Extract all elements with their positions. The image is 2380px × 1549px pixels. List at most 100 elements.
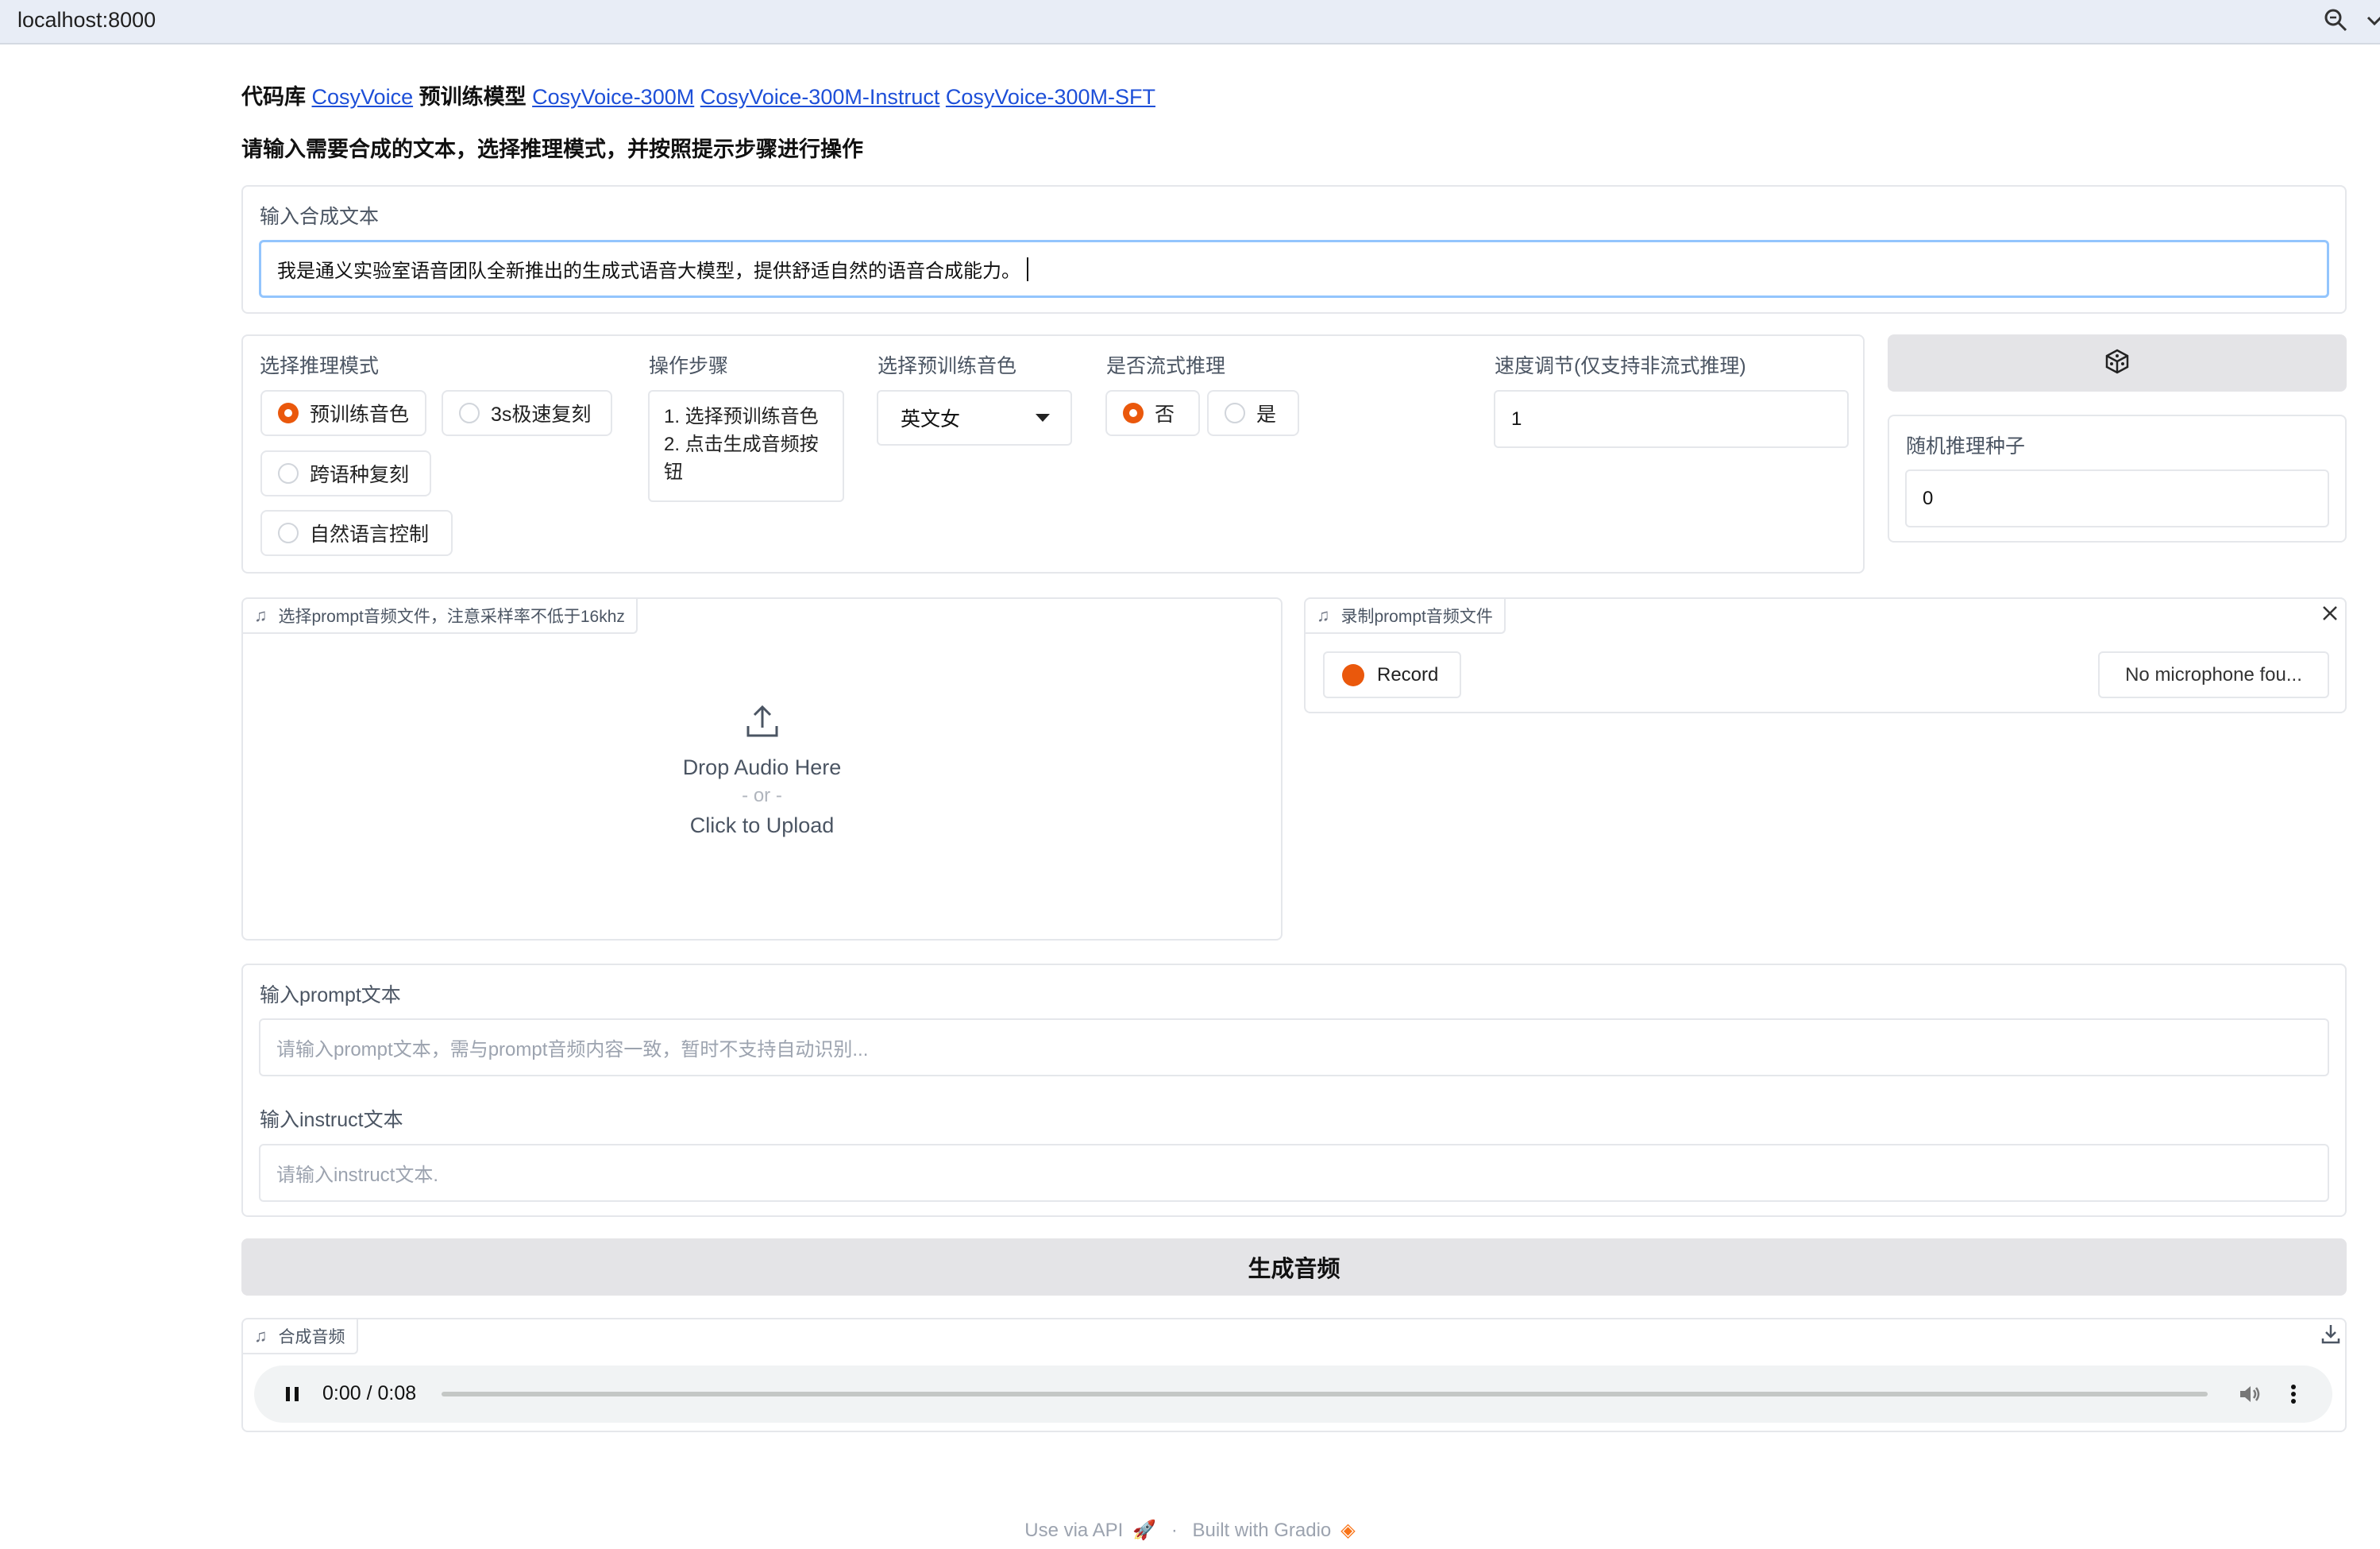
tts-text-label: 输入合成文本 — [260, 206, 380, 228]
click-upload-text: Click to Upload — [689, 813, 835, 837]
rocket-icon: 🚀 — [1132, 1520, 1157, 1541]
model-link-300m-instruct[interactable]: CosyVoice-300M-Instruct — [700, 85, 940, 109]
header-links: 代码库 CosyVoice 预训练模型 CosyVoice-300M CosyV… — [241, 79, 1155, 110]
music-note-icon: ♫ — [1317, 605, 1330, 625]
steps-line-2: 2. 点击生成音频按钮 — [664, 434, 819, 483]
built-with-gradio-link[interactable]: Built with Gradio — [1193, 1520, 1332, 1541]
mode-option-instruct[interactable]: 自然语言控制 — [260, 510, 453, 556]
instruct-text-placeholder: 请输入instruct文本. — [276, 1165, 439, 1186]
record-button[interactable]: Record — [1323, 651, 1461, 698]
drop-audio-text: Drop Audio Here — [682, 755, 842, 779]
record-audio-tag: ♫ 录制prompt音频文件 — [1306, 599, 1506, 634]
radio-selected-icon — [1123, 403, 1144, 423]
speed-label: 速度调节(仅支持非流式推理) — [1495, 355, 1746, 377]
models-prefix: 预训练模型 — [419, 85, 527, 109]
radio-icon — [459, 403, 480, 423]
footer: Use via API 🚀 · Built with Gradio ◈ — [0, 1519, 2380, 1542]
generate-audio-label: 生成音频 — [1248, 1257, 1340, 1282]
model-link-300m-sft[interactable]: CosyVoice-300M-SFT — [946, 85, 1155, 109]
stream-option-yes[interactable]: 是 — [1207, 390, 1299, 436]
steps-label: 操作步骤 — [649, 355, 729, 377]
or-text: - or - — [742, 785, 782, 806]
record-audio-panel: ♫ 录制prompt音频文件 Record No microphone fou.… — [1304, 597, 2347, 713]
instruct-text-input[interactable]: 请输入instruct文本. — [259, 1144, 2329, 1202]
upload-icon — [743, 702, 781, 744]
tts-text-value: 我是通义实验室语音团队全新推出的生成式语音大模型，提供舒适自然的语音合成能力。 — [277, 261, 1020, 282]
steps-box: 1. 选择预训练音色 2. 点击生成音频按钮 — [648, 390, 844, 502]
output-audio-tag-label: 合成音频 — [278, 1328, 345, 1346]
speed-input[interactable]: 1 — [1494, 390, 1849, 448]
progress-track[interactable] — [442, 1392, 2208, 1396]
voice-dropdown[interactable]: 英文女 — [877, 390, 1072, 446]
music-note-icon: ♫ — [254, 1326, 268, 1346]
model-link-300m[interactable]: CosyVoice-300M — [532, 85, 694, 109]
settings-panel: 选择推理模式 预训练音色 3s极速复刻 跨语种复刻 自然语言控制 操作步骤 1.… — [241, 334, 1865, 574]
browser-bar: localhost:8000 — [0, 0, 2380, 44]
player-time: 0:00 / 0:08 — [322, 1382, 417, 1404]
prompt-text-input[interactable]: 请输入prompt文本，需与prompt音频内容一致，暂时不支持自动识别... — [259, 1018, 2329, 1076]
audio-player: 0:00 / 0:08 — [254, 1366, 2332, 1423]
mode-option-label: 预训练音色 — [310, 404, 410, 426]
mode-option-cross-lingual[interactable]: 跨语种复刻 — [260, 450, 431, 496]
mode-option-label: 跨语种复刻 — [310, 464, 410, 486]
footer-separator: · — [1171, 1520, 1178, 1541]
instruct-text-label: 输入instruct文本 — [260, 1109, 403, 1131]
mode-option-label: 自然语言控制 — [310, 523, 430, 546]
url-text[interactable]: localhost:8000 — [17, 8, 156, 33]
upload-dropzone[interactable]: Drop Audio Here - or - Click to Upload — [243, 702, 1281, 877]
chevron-down-icon[interactable] — [2365, 6, 2380, 35]
microphone-select-value: No microphone fou... — [2125, 663, 2302, 686]
record-dot-icon — [1342, 663, 1364, 686]
zoom-icon[interactable] — [2320, 5, 2352, 37]
radio-icon — [1225, 403, 1245, 423]
seed-input[interactable]: 0 — [1905, 469, 2329, 527]
prompt-text-label: 输入prompt文本 — [260, 984, 401, 1006]
stream-option-label: 是 — [1256, 404, 1277, 426]
use-via-api-link[interactable]: Use via API — [1024, 1520, 1123, 1541]
download-icon[interactable] — [2318, 1321, 2343, 1346]
instructions-heading: 请输入需要合成的文本，选择推理模式，并按照提示步骤进行操作 — [241, 137, 863, 161]
tts-text-panel: 输入合成文本 我是通义实验室语音团队全新推出的生成式语音大模型，提供舒适自然的语… — [241, 185, 2347, 314]
steps-line-1: 1. 选择预训练音色 — [664, 406, 819, 427]
tts-text-input[interactable]: 我是通义实验室语音团队全新推出的生成式语音大模型，提供舒适自然的语音合成能力。 — [259, 240, 2329, 298]
pause-icon[interactable] — [281, 1383, 303, 1405]
seed-label: 随机推理种子 — [1906, 435, 2026, 458]
music-note-icon: ♫ — [254, 605, 268, 625]
generate-audio-button[interactable]: 生成音频 — [241, 1238, 2347, 1296]
radio-selected-icon — [278, 403, 299, 423]
record-label: Record — [1377, 663, 1439, 686]
voice-selected-value: 英文女 — [901, 408, 961, 431]
microphone-select[interactable]: No microphone fou... — [2098, 651, 2329, 698]
prompt-text-placeholder: 请输入prompt文本，需与prompt音频内容一致，暂时不支持自动识别... — [276, 1039, 869, 1060]
output-audio-tag: ♫ 合成音频 — [243, 1319, 358, 1354]
mode-option-label: 3s极速复刻 — [491, 404, 592, 426]
upload-audio-panel: ♫ 选择prompt音频文件，注意采样率不低于16khz Drop Audio … — [241, 597, 1283, 941]
mode-option-pretrained[interactable]: 预训练音色 — [260, 390, 426, 436]
more-options-icon[interactable] — [2281, 1381, 2306, 1407]
dice-icon — [2104, 348, 2131, 379]
radio-icon — [278, 463, 299, 484]
seed-value: 0 — [1923, 487, 1934, 509]
dropdown-caret-icon — [1036, 414, 1050, 422]
seed-panel: 随机推理种子 0 — [1888, 415, 2347, 543]
speed-value: 1 — [1511, 408, 1522, 430]
cosyvoice-link[interactable]: CosyVoice — [312, 85, 414, 109]
close-icon[interactable] — [2317, 601, 2343, 626]
voice-label: 选择预训练音色 — [878, 355, 1017, 377]
random-seed-button[interactable] — [1888, 334, 2347, 392]
radio-icon — [278, 523, 299, 543]
stream-option-no[interactable]: 否 — [1105, 390, 1200, 436]
stream-option-label: 否 — [1155, 404, 1175, 426]
output-audio-panel: ♫ 合成音频 0:00 / 0:08 — [241, 1318, 2347, 1432]
stream-label: 是否流式推理 — [1106, 355, 1226, 377]
upload-audio-tag-label: 选择prompt音频文件，注意采样率不低于16khz — [278, 608, 625, 626]
prompt-instruct-panel: 输入prompt文本 请输入prompt文本，需与prompt音频内容一致，暂时… — [241, 964, 2347, 1217]
repo-prefix: 代码库 — [241, 85, 306, 109]
text-cursor — [1027, 257, 1028, 281]
upload-audio-tag: ♫ 选择prompt音频文件，注意采样率不低于16khz — [243, 599, 638, 634]
mode-label: 选择推理模式 — [260, 355, 380, 377]
mode-option-3s-clone[interactable]: 3s极速复刻 — [442, 390, 612, 436]
gradio-logo-icon: ◈ — [1340, 1520, 1356, 1541]
record-audio-tag-label: 录制prompt音频文件 — [1340, 608, 1493, 626]
volume-icon[interactable] — [2236, 1381, 2262, 1407]
